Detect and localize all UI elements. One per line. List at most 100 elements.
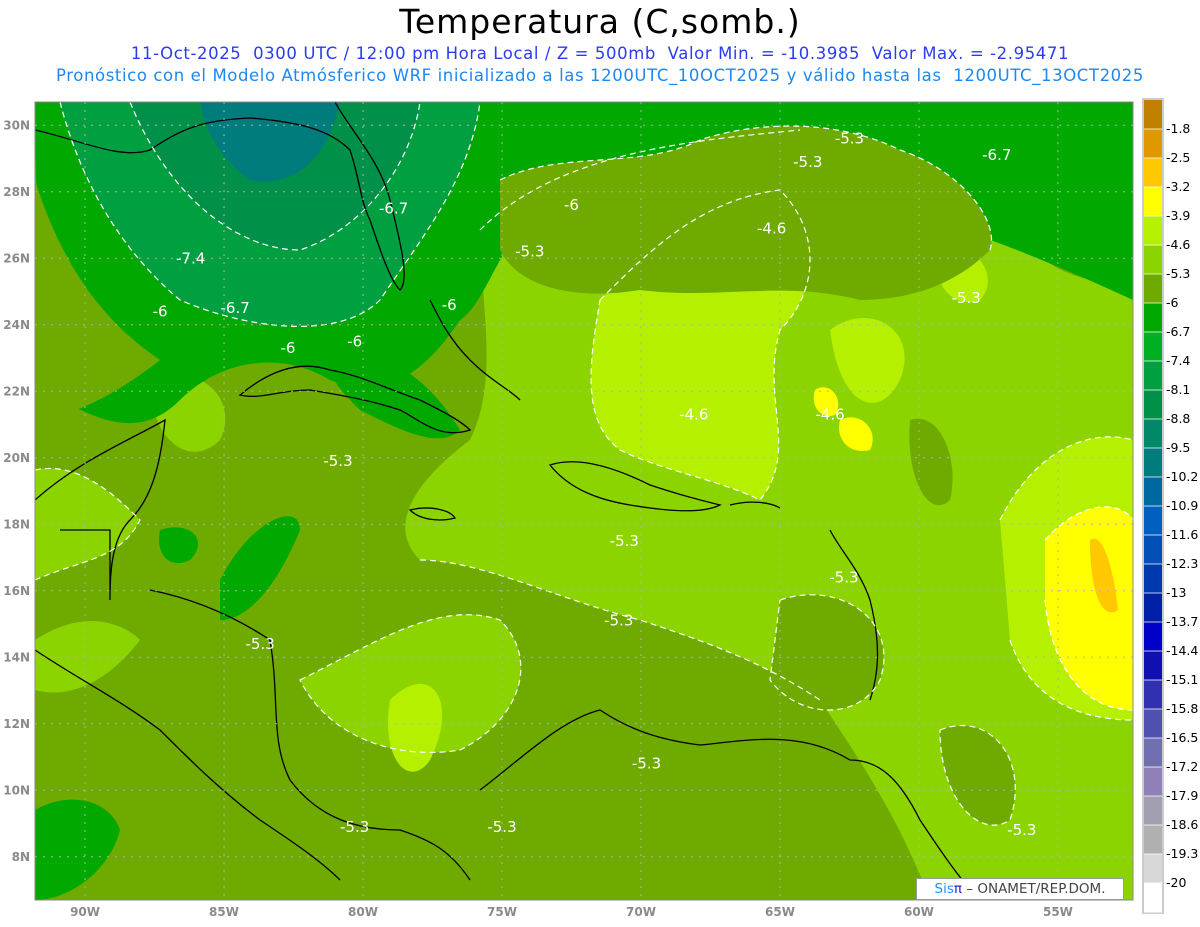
lat-tick-label: 28N [3,185,30,199]
colorbar-label: -5.3 [1166,266,1190,281]
colorbar-swatch [1144,158,1162,188]
lat-tick-label: 20N [3,451,30,465]
lon-tick-label: 65W [765,905,795,919]
lon-tick-label: 55W [1043,905,1073,919]
lat-tick-label: 16N [3,584,30,598]
colorbar-swatch [1144,448,1162,478]
contour-label: -7.4 [176,249,205,267]
colorbar-label: -14.4 [1166,643,1198,658]
colorbar: -1.8 -2.5 -3.2 -3.9 -4.6 -5.3 -6 -6.7 -7.4 -8.1 -8… [1142,98,1198,914]
lat-tick-label: 14N [3,650,30,664]
colorbar-label: -3.2 [1166,179,1190,194]
colorbar-swatch [1144,216,1162,246]
credit-box: Sisπ – ONAMET/REP.DOM. [916,878,1124,900]
contour-label: -5.3 [487,818,516,836]
colorbar-swatch [1144,738,1162,768]
colorbar-swatch [1144,709,1162,739]
lon-tick-label: 70W [626,905,656,919]
colorbar-label: -20 [1166,875,1186,890]
lat-tick-label: 12N [3,717,30,731]
colorbar-label: -3.9 [1166,208,1190,223]
colorbar-swatch [1144,187,1162,217]
contour-label: -6.7 [379,199,408,217]
colorbar-label: -7.4 [1166,353,1190,368]
credit-text: – ONAMET/REP.DOM. [962,881,1106,897]
colorbar-label: -1.8 [1166,121,1190,136]
lat-tick-label: 8N [12,850,30,864]
colorbar-swatch [1144,854,1162,884]
contour-label: -4.6 [679,406,708,424]
colorbar-label: -6.7 [1166,324,1190,339]
colorbar-swatch [1144,245,1162,275]
lon-tick-label: 60W [904,905,934,919]
lat-tick-label: 10N [3,783,30,797]
colorbar-swatch [1144,651,1162,681]
contour-label: -6 [153,302,168,320]
colorbar-label: -17.2 [1166,759,1198,774]
map-field [35,102,1133,900]
colorbar-label: -6 [1166,295,1179,310]
colorbar-swatch [1144,390,1162,420]
contour-label: -5.3 [323,452,352,470]
colorbar-label: -4.6 [1166,237,1190,252]
colorbar-label: -15.1 [1166,672,1198,687]
colorbar-label: -19.3 [1166,846,1198,861]
lat-tick-label: 30N [3,118,30,132]
contour-label: -5.3 [952,289,981,307]
colorbar-label: -18.6 [1166,817,1198,832]
contour-label: -6 [442,296,457,314]
temperature-map: -5.3 -5.3 -6.7 -6 -6.7 -4.6 -7.4 -5.3 -5.3 -6 -6.7… [3,98,1198,919]
contour-label: -5.3 [246,635,275,653]
colorbar-swatch [1144,535,1162,565]
colorbar-label: -15.8 [1166,701,1198,716]
colorbar-swatch [1144,361,1162,391]
colorbar-swatch [1144,593,1162,623]
colorbar-swatch [1144,506,1162,536]
lat-tick-label: 18N [3,517,30,531]
colorbar-swatch [1144,883,1162,913]
contour-label: -5.3 [793,153,822,171]
contour-label: -6 [280,339,295,357]
credit-pi: π [953,881,963,897]
contour-label: -5.3 [1007,821,1036,839]
colorbar-swatch [1144,622,1162,652]
colorbar-swatch [1144,129,1162,159]
contour-label: -5.3 [515,243,544,261]
lat-tick-label: 22N [3,384,30,398]
contour-label: -6.7 [982,146,1011,164]
colorbar-label: -8.1 [1166,382,1190,397]
colorbar-label: -12.3 [1166,556,1198,571]
contour-label: -5.3 [632,755,661,773]
colorbar-label: -11.6 [1166,527,1198,542]
colorbar-swatch [1144,100,1162,130]
colorbar-swatch [1144,332,1162,362]
colorbar-label: -10.2 [1166,469,1198,484]
lat-tick-label: 26N [3,251,30,265]
contour-label: -4.6 [815,406,844,424]
colorbar-swatch [1144,477,1162,507]
contour-label: -6.7 [221,299,250,317]
contour-label: -5.3 [610,532,639,550]
colorbar-swatch [1144,680,1162,710]
colorbar-label: -9.5 [1166,440,1190,455]
contour-label: -5.3 [604,612,633,630]
colorbar-label: -16.5 [1166,730,1198,745]
colorbar-label: -10.9 [1166,498,1198,513]
colorbar-swatch [1144,564,1162,594]
colorbar-label: -13.7 [1166,614,1198,629]
credit-sis: Sis [934,881,954,897]
colorbar-swatch [1144,825,1162,855]
contour-label: -6 [347,332,362,350]
colorbar-label: -13 [1166,585,1186,600]
lat-tick-label: 24N [3,318,30,332]
lon-tick-label: 90W [70,905,100,919]
lon-tick-label: 80W [348,905,378,919]
colorbar-swatch [1144,796,1162,826]
contour-label: -5.3 [835,130,864,148]
colorbar-label: -2.5 [1166,150,1190,165]
contour-label: -6 [564,196,579,214]
colorbar-label: -8.8 [1166,411,1190,426]
colorbar-swatch [1144,303,1162,333]
contour-label: -5.3 [829,568,858,586]
lon-tick-label: 85W [209,905,239,919]
